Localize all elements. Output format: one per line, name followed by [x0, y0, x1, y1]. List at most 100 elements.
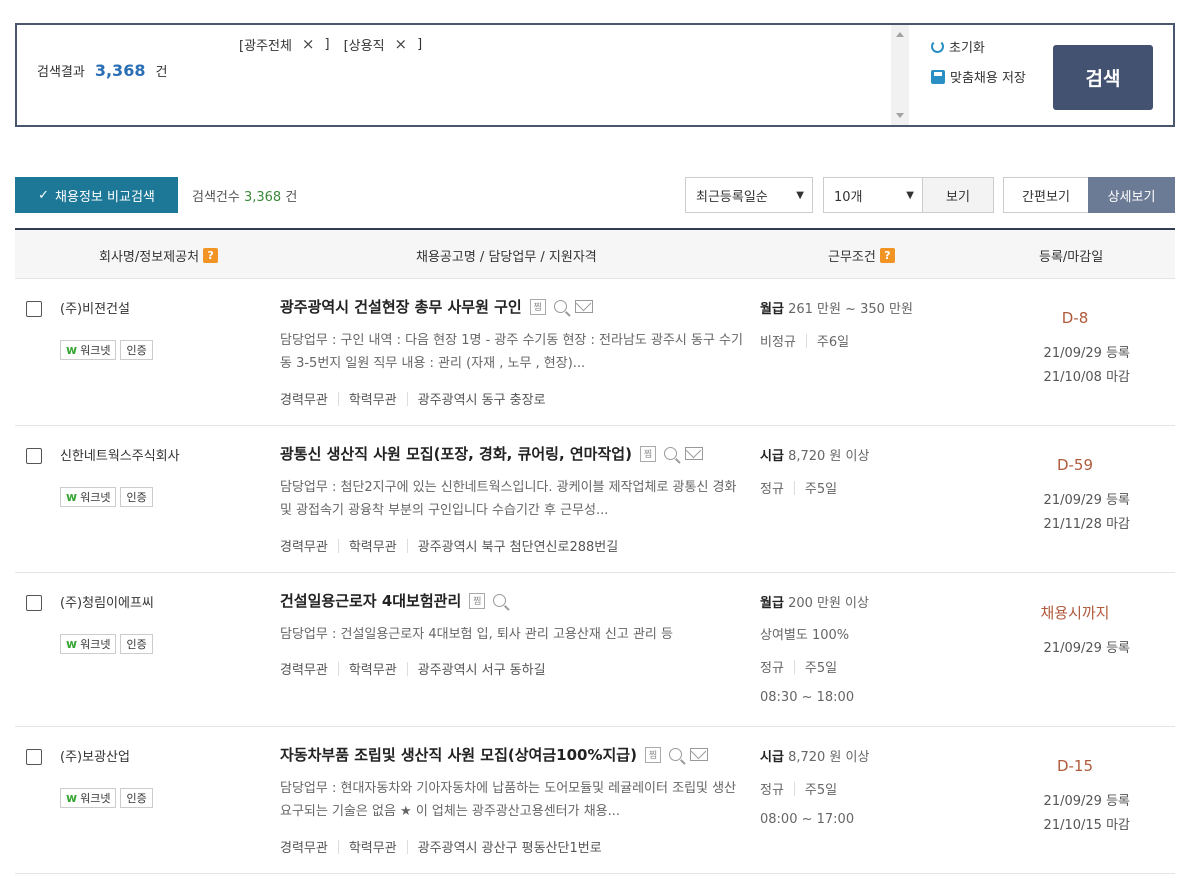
source-badges: w 워크넷 인증 [60, 340, 153, 360]
search-button[interactable]: 검색 [1053, 45, 1153, 110]
scroll-down-arrow-icon[interactable] [896, 113, 904, 118]
filter-chip-employment: [상용직 × ] [343, 35, 423, 55]
magnifier-icon[interactable] [668, 748, 682, 761]
qual-education: 학력무관 [348, 540, 397, 555]
qual-education: 학력무관 [348, 841, 397, 856]
count-value: 3,368 [243, 190, 282, 205]
row-checkbox[interactable] [26, 595, 42, 611]
registered-date: 21/09/29 등록 [1043, 641, 1130, 656]
pay-info: 월급 200 만원 이상 [760, 592, 869, 611]
row-checkbox[interactable] [26, 749, 42, 765]
mail-icon[interactable] [684, 447, 703, 460]
divider [805, 333, 807, 348]
deadline-date: 21/10/15 마감 [1043, 818, 1130, 833]
refresh-icon [931, 40, 944, 53]
header-title-label: 채용공고명 / 담당업무 / 지원자격 [416, 250, 597, 265]
close-icon[interactable]: × [302, 37, 315, 52]
company-name-link[interactable]: (주)청림이에프씨 [60, 592, 154, 611]
scrap-icon[interactable]: 찜 [639, 445, 656, 462]
header-title: 채용공고명 / 담당업무 / 지원자격 [416, 246, 597, 265]
deadline-dday: 채용시까지 [1040, 604, 1110, 622]
job-title-link[interactable]: 광주광역시 건설현장 총무 사무원 구인 [280, 296, 522, 317]
chip-label: [상용직 [343, 39, 385, 54]
compare-search-button[interactable]: ✓ 채용정보 비교검색 [15, 177, 178, 213]
job-title-link[interactable]: 자동차부품 조립및 생산직 사원 모집(상여금100%지급) [280, 744, 637, 765]
mail-icon[interactable] [574, 300, 593, 313]
certified-badge: 인증 [120, 634, 153, 654]
company-name-link[interactable]: 신한네트웍스주식회사 [60, 445, 180, 464]
scroll-up-arrow-icon[interactable] [896, 32, 904, 37]
job-description: 담당업무 : 구인 내역 : 다음 현장 1명 - 광주 수기동 현장 : 전라… [280, 333, 743, 371]
qual-experience: 경력무관 [280, 841, 328, 856]
employment-type: 비정규 [760, 335, 796, 350]
table-row: 신한네트웍스주식회사 w 워크넷 인증 광통신 생산직 사원 모집(포장, 경화,… [15, 426, 1175, 573]
help-icon[interactable]: ? [879, 248, 895, 263]
scrap-icon[interactable]: 찜 [529, 298, 546, 315]
certified-badge: 인증 [120, 788, 153, 808]
work-hours: 08:00 ~ 17:00 [760, 812, 855, 827]
pay-type: 시급 [760, 449, 784, 464]
compare-label: 채용정보 비교검색 [55, 189, 155, 205]
help-icon[interactable]: ? [203, 248, 219, 263]
divider [337, 391, 339, 406]
company-name-link[interactable]: (주)보광산업 [60, 746, 130, 765]
header-conditions: 근무조건 ? [828, 246, 895, 265]
table-row: (주)보광산업 w 워크넷 인증 자동차부품 조립및 생산직 사원 모집(상여금1… [15, 727, 1175, 874]
job-description: 담당업무 : 현대자동차와 기아자동차에 납품하는 도어모듈및 레귤레이터 조립… [280, 781, 737, 819]
chevron-down-icon: ▼ [906, 190, 914, 201]
save-disk-icon [931, 69, 945, 84]
chip-bracket: ] [417, 37, 423, 52]
view-button[interactable]: 보기 [922, 177, 994, 213]
magnifier-icon[interactable] [553, 300, 567, 313]
divider [793, 781, 795, 796]
close-icon[interactable]: × [395, 37, 408, 52]
work-days: 주6일 [816, 335, 850, 350]
pay-type: 시급 [760, 750, 784, 765]
chips-scrollbar[interactable] [891, 25, 909, 125]
worknet-logo-icon: w [66, 637, 78, 651]
divider [406, 538, 408, 553]
worknet-badge: w 워크넷 [60, 788, 117, 808]
company-name-link[interactable]: (주)비젼건설 [60, 298, 130, 317]
job-location: 광주광역시 광산구 평동산단1번로 [417, 841, 602, 856]
detail-view-toggle[interactable]: 상세보기 [1088, 177, 1175, 213]
search-summary-box: 검색결과 3,368 건 [광주전체 × ] [상용직 × ] 초기화 맞춤채용… [15, 23, 1175, 127]
filter-chip-region: [광주전체 × ] [239, 35, 330, 55]
employment-type: 정규 [760, 482, 784, 497]
certified-badge: 인증 [120, 340, 153, 360]
per-page-selected-value: 10개 [834, 189, 863, 205]
scrap-icon[interactable]: 찜 [469, 592, 486, 609]
job-title-link[interactable]: 광통신 생산직 사원 모집(포장, 경화, 큐어링, 연마작업) [280, 443, 632, 464]
per-page-select[interactable]: 10개 ▼ [823, 177, 923, 213]
source-badges: w 워크넷 인증 [60, 788, 153, 808]
row-checkbox[interactable] [26, 301, 42, 317]
divider [793, 659, 795, 674]
pay-amount: 8,720 원 이상 [788, 750, 870, 765]
reset-link[interactable]: 초기화 [931, 37, 985, 56]
sort-order-select[interactable]: 최근등록일순 ▼ [685, 177, 813, 213]
mail-icon[interactable] [689, 748, 708, 761]
job-description: 담당업무 : 첨단2지구에 있는 신한네트웍스입니다. 광케이블 제작업체로 광… [280, 480, 737, 518]
scrap-icon[interactable]: 찜 [644, 746, 661, 763]
employment-type: 정규 [760, 661, 784, 676]
deadline-date: 21/10/08 마감 [1043, 370, 1130, 385]
job-title: 광통신 생산직 사원 모집(포장, 경화, 큐어링, 연마작업) 찜 [280, 443, 703, 464]
job-title: 광주광역시 건설현장 총무 사무원 구인 찜 [280, 296, 593, 317]
save-custom-search-link[interactable]: 맞춤채용 저장 [931, 67, 1026, 86]
job-location: 광주광역시 동구 충장로 [417, 393, 546, 408]
bonus-text: 상여별도 100% [760, 628, 850, 643]
magnifier-icon[interactable] [493, 594, 507, 607]
pay-type: 월급 [760, 596, 784, 611]
row-checkbox[interactable] [26, 448, 42, 464]
divider [337, 661, 339, 676]
header-company-label: 회사명/정보제공처 [99, 250, 200, 265]
simple-view-toggle[interactable]: 간편보기 [1003, 177, 1089, 213]
worknet-badge: w 워크넷 [60, 487, 117, 507]
work-hours: 08:30 ~ 18:00 [760, 690, 855, 705]
job-title: 건설일용근로자 4대보험관리 찜 [280, 590, 507, 611]
worknet-badge: w 워크넷 [60, 340, 117, 360]
search-result-summary: 검색결과 3,368 건 [37, 61, 167, 80]
magnifier-icon[interactable] [663, 447, 677, 460]
registered-date: 21/09/29 등록 [1043, 794, 1130, 809]
job-title-link[interactable]: 건설일용근로자 4대보험관리 [280, 590, 461, 611]
